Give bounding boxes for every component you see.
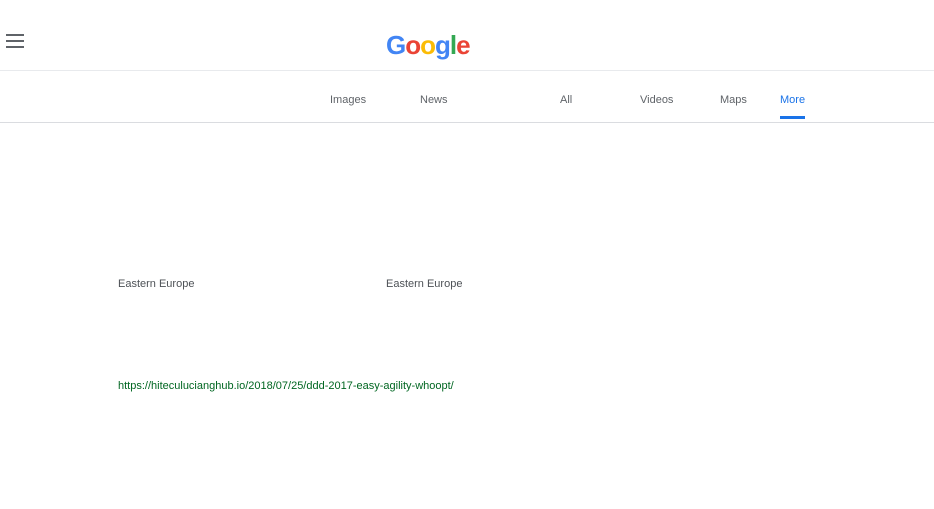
logo-letter: G xyxy=(386,30,406,60)
search-tabs: All Images News Videos Maps More xyxy=(0,86,934,123)
logo-letter: o xyxy=(405,30,421,60)
result-region: Eastern Europe xyxy=(386,278,463,290)
search-input[interactable] xyxy=(600,30,900,54)
tab-more[interactable]: More xyxy=(780,94,806,119)
result-region: Eastern Europe xyxy=(118,278,195,290)
logo-letter: e xyxy=(456,30,471,60)
result-card[interactable]: https://hiteculucianghub.io/2018/07/25/d… xyxy=(4,380,564,392)
menu-icon[interactable] xyxy=(6,34,24,48)
result-card[interactable]: Eastern Europe xyxy=(4,278,374,290)
tab-maps[interactable]: Maps xyxy=(720,94,747,106)
google-logo[interactable]: Google xyxy=(386,30,471,61)
tab-all[interactable]: All xyxy=(560,94,572,106)
top-bar: Google xyxy=(0,0,934,71)
tab-news[interactable]: News xyxy=(420,94,448,106)
logo-letter: g xyxy=(435,30,451,60)
result-card[interactable]: Eastern Europe xyxy=(386,278,686,290)
result-url[interactable]: https://hiteculucianghub.io/2018/07/25/d… xyxy=(4,380,564,392)
tab-videos[interactable]: Videos xyxy=(640,94,673,106)
logo-letter: o xyxy=(420,30,436,60)
tab-images[interactable]: Images xyxy=(330,94,366,106)
